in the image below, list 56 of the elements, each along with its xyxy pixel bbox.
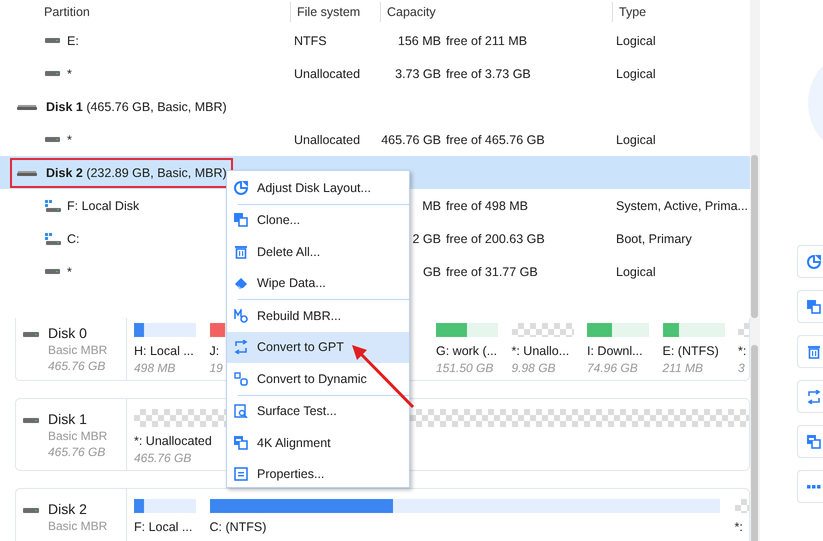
partition-name: * xyxy=(67,132,72,146)
partition-type: System, Active, Prima... xyxy=(616,198,748,212)
partition-size: 465.76 GB xyxy=(134,451,192,465)
total-capacity: free of 200.63 GB xyxy=(446,232,545,246)
disk-type: Basic MBR xyxy=(48,343,108,357)
used-capacity: MB xyxy=(421,198,441,212)
partition-label: *: Unallo... xyxy=(512,344,570,358)
partition-label: J: xyxy=(210,344,220,358)
partition-label: H: Local ... xyxy=(134,344,194,358)
used-capacity: 2 GB xyxy=(412,232,441,246)
partition-size: 74.96 GB xyxy=(587,361,638,375)
partition-name: * xyxy=(67,264,72,278)
total-capacity: free of 31.77 GB xyxy=(446,264,538,278)
file-system: Unallocated xyxy=(294,132,360,146)
used-capacity: 3.73 GB xyxy=(394,66,441,80)
partition-label: G: work (... xyxy=(436,344,498,358)
total-capacity: free of 211 MB xyxy=(446,34,528,48)
partition-label: E: (NTFS) xyxy=(662,344,719,358)
disk-label: Disk 2 (232.89 GB, Basic, MBR) xyxy=(46,166,227,180)
disk-type: Basic MBR xyxy=(48,429,108,443)
partition-name: F: Local Disk xyxy=(67,198,140,212)
partition-label: *: Unallocated xyxy=(134,434,212,448)
total-capacity: free of 498 MB xyxy=(446,198,528,212)
partition-name: * xyxy=(67,66,72,80)
partition-label: *: xyxy=(734,520,743,534)
partition-label: F: Local ... xyxy=(134,520,192,534)
partition-name: C: xyxy=(67,232,80,246)
file-system: NTFS xyxy=(294,34,327,48)
partition-size: 19 xyxy=(210,361,223,375)
file-system: Unallocated xyxy=(294,66,360,80)
total-capacity: free of 465.76 GB xyxy=(446,132,545,146)
partition-size: 9.98 GB xyxy=(512,361,556,375)
disk-name: Disk 2 xyxy=(48,501,88,517)
disk-name: Disk 0 xyxy=(48,325,88,341)
partition-size: 151.50 GB xyxy=(436,361,494,375)
partition-type: Logical xyxy=(616,264,656,278)
used-capacity: 156 MB xyxy=(396,34,441,48)
partition-size: 498 MB xyxy=(134,361,176,375)
disk-size: 465.76 GB xyxy=(48,445,106,459)
used-capacity: 465.76 GB xyxy=(380,132,441,146)
total-capacity: free of 3.73 GB xyxy=(446,66,531,80)
partition-name: E: xyxy=(67,34,79,48)
partition-label: C: (NTFS) xyxy=(210,520,266,534)
disk-label: Disk 1 (465.76 GB, Basic, MBR) xyxy=(46,100,227,114)
disk-size: 465.76 GB xyxy=(48,359,106,373)
partition-size: 3 xyxy=(738,361,745,375)
used-capacity: GB xyxy=(422,264,441,278)
partition-label: *: xyxy=(738,344,746,358)
disk-name: Disk 1 xyxy=(48,411,88,427)
partition-type: Logical xyxy=(616,34,656,48)
disk-type: Basic MBR xyxy=(48,519,108,533)
partition-type: Logical xyxy=(616,132,656,146)
partition-size: 211 MB xyxy=(662,361,703,375)
partition-label: I: Downl... xyxy=(587,344,643,358)
partition-type: Logical xyxy=(616,66,656,80)
partition-type: Boot, Primary xyxy=(616,232,692,246)
